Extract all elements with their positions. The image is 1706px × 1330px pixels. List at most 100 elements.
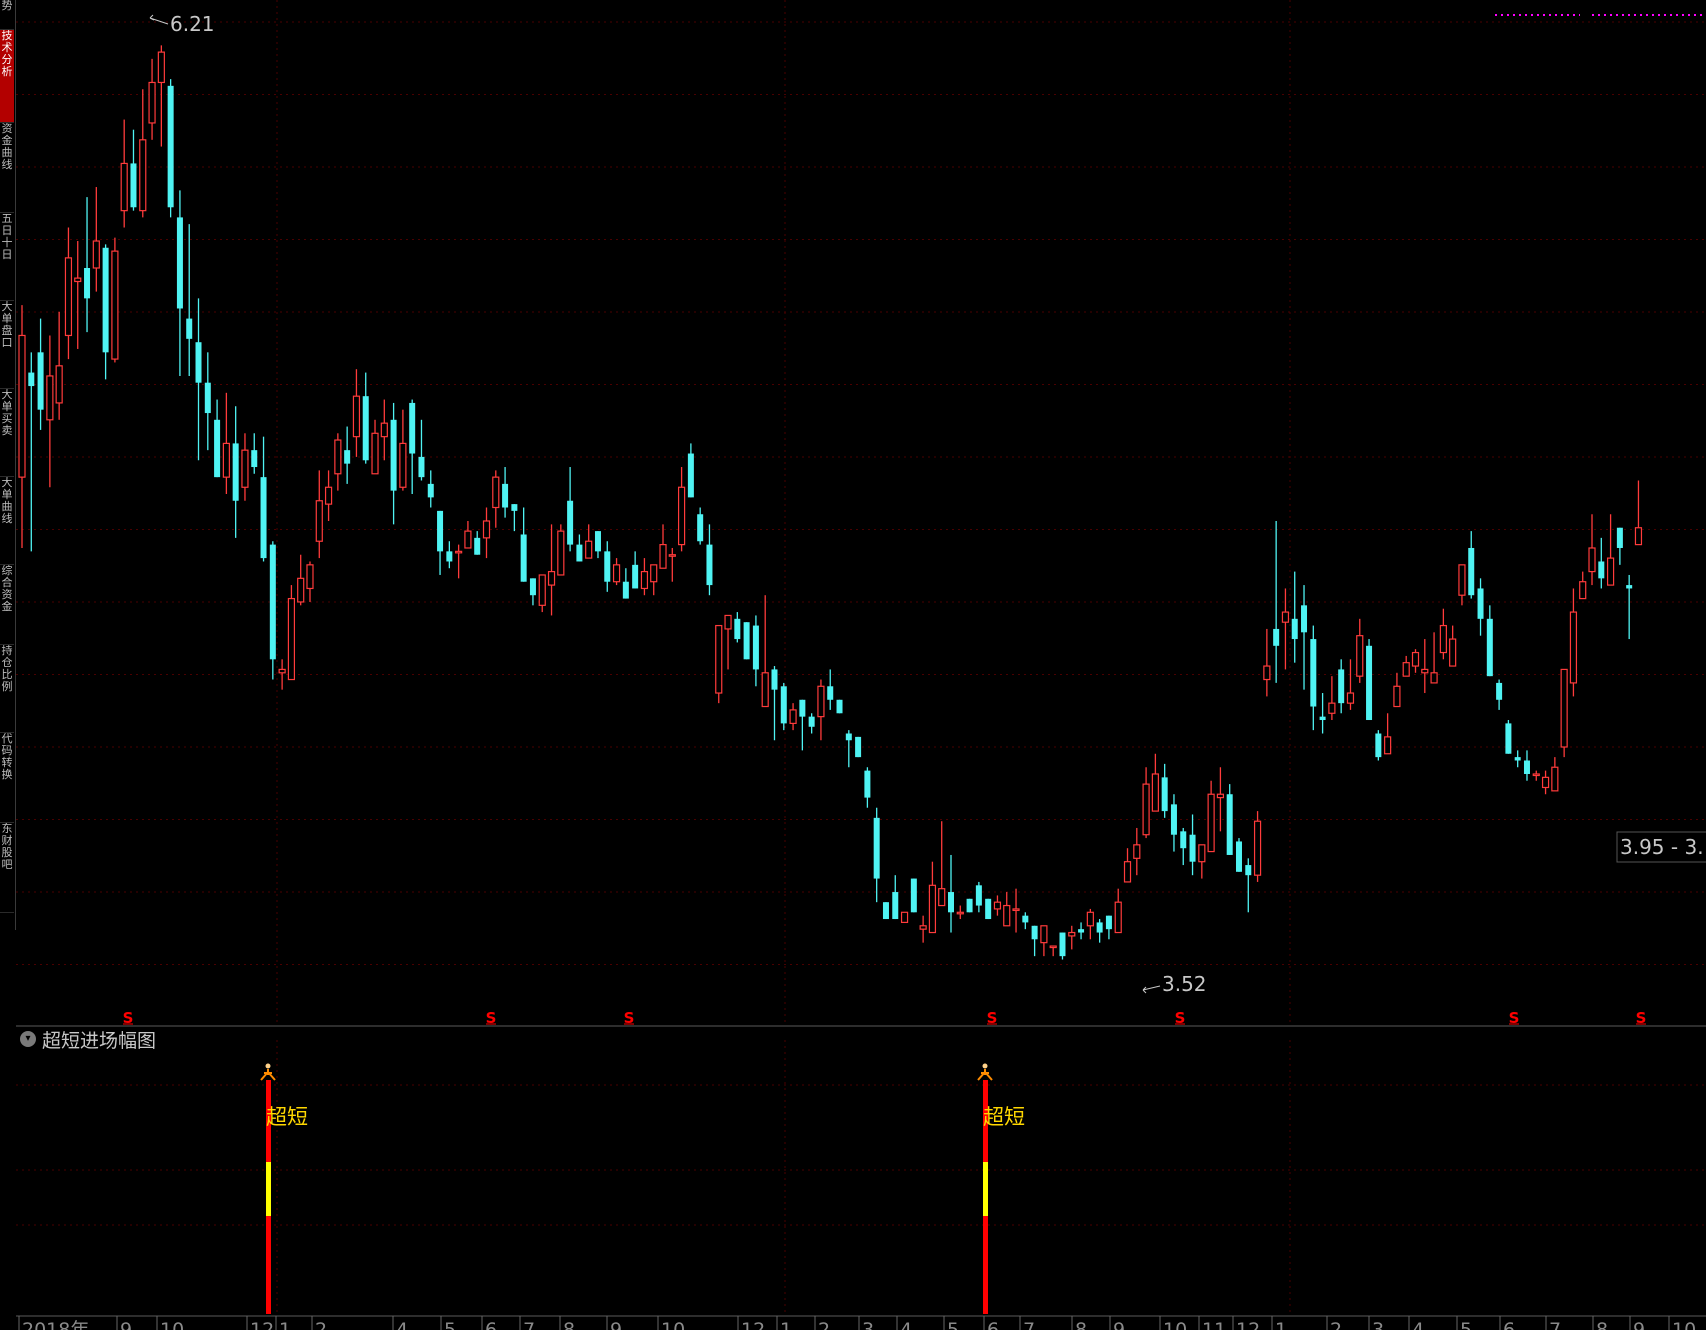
candle-body-up (492, 476, 500, 509)
candle-body-up (724, 614, 732, 630)
candle-body-down (1245, 865, 1252, 876)
candle-body-up (315, 500, 323, 542)
candle-body-up (1551, 766, 1559, 792)
candle-body-up (1579, 581, 1587, 600)
candle-body-down (502, 483, 509, 508)
candle-body-down (882, 902, 889, 920)
candle-body-down (1598, 561, 1605, 579)
candle-body-down (1078, 929, 1085, 933)
icon-head (982, 1063, 988, 1069)
candle-body-up (1068, 931, 1076, 937)
candle-body-up (1216, 793, 1225, 799)
candle-body-down (232, 443, 239, 501)
indicator-signals: 超短 超短 (260, 1063, 1025, 1314)
candle-body-up (1569, 611, 1578, 684)
candle-body-down (167, 85, 174, 208)
x-tick-label: 6 (1503, 1319, 1515, 1330)
candle-body-down (176, 217, 183, 309)
candle-body-up (222, 442, 230, 478)
candle-body-up (1281, 611, 1290, 623)
candle-body-up (464, 530, 472, 549)
candle-body-down (1161, 777, 1168, 812)
x-tick-label: 1 (780, 1319, 792, 1330)
candle-body-down (808, 716, 815, 727)
candle-body-up (1123, 861, 1132, 883)
candle-body-up (120, 162, 128, 212)
rocket-person-icon (260, 1063, 276, 1081)
candle-body-up (1012, 908, 1020, 912)
candle-body-down (567, 500, 574, 545)
candle-body-down (1031, 925, 1038, 940)
candle-body-up (1541, 776, 1550, 789)
x-tick-label: 10 (1163, 1319, 1187, 1330)
candle-body-up (1634, 527, 1643, 546)
collapse-toggle-icon[interactable]: ▾ (20, 1031, 36, 1047)
chart-canvas[interactable]: 6.21 3.52 3.95 - 3. SSSSSSS 超短 超短 2018年 9 10 1… (0, 0, 1706, 1330)
candle-body-down (1616, 527, 1623, 548)
candle-body-down (687, 453, 694, 498)
candle-body-up (538, 574, 546, 606)
candle-body-up (1040, 925, 1048, 944)
rocket-person-icon (977, 1063, 993, 1081)
candle-body-up (956, 911, 964, 915)
candle-body-down (427, 483, 434, 498)
candle-body-down (204, 382, 211, 414)
candle-body-up (297, 577, 305, 603)
candle-body-up (789, 709, 797, 724)
candle-body-down (845, 733, 852, 741)
candle-body-up (92, 240, 100, 269)
x-tick-label: 9 (1113, 1319, 1125, 1330)
candle-body-up (715, 624, 723, 694)
low-price-label: 3.52 (1162, 972, 1207, 996)
candle-body-up (399, 442, 407, 488)
candle-body-down (1477, 588, 1484, 619)
candle-body-up (1003, 904, 1011, 927)
candlestick-series[interactable] (18, 45, 1643, 960)
candle-body-down (1180, 831, 1187, 849)
candle-body-down (130, 163, 137, 208)
candle-body-down (1523, 760, 1530, 774)
candle-body-down (1022, 915, 1029, 923)
candle-body-down (799, 699, 806, 717)
candle-body-down (37, 352, 44, 410)
candle-body-down (362, 396, 369, 461)
icon-head (265, 1063, 271, 1069)
signal-bar-mid (266, 1162, 271, 1216)
candle-body-down (186, 318, 193, 339)
candle-body-down (511, 504, 518, 511)
candle-body-up (1439, 624, 1447, 654)
candle-body-up (1449, 638, 1457, 667)
candle-body-up (1086, 911, 1094, 927)
indicator-panel-header[interactable]: ▾ 超短进场幅图 (20, 1028, 156, 1052)
candle-body-down (892, 892, 899, 920)
low-arrow-icon (1142, 985, 1161, 994)
candle-body-up (585, 540, 593, 559)
x-tick-label: 12 (1236, 1319, 1260, 1330)
candle-body-up (1356, 635, 1364, 677)
candle-body-down (260, 477, 267, 559)
candle-body-up (1114, 901, 1122, 934)
candle-body-down (594, 531, 601, 552)
candle-body-down (1310, 639, 1317, 707)
candle-body-up (482, 520, 491, 539)
candle-body-down (1105, 915, 1112, 930)
x-axis: 2018年 9 10 12 1 2 4 5 6 7 8 9 10 12 1 2 3 4 5 6 7 8 9 10 11 12 1 2 3… (18, 1316, 1696, 1330)
candle-body-up (1606, 557, 1615, 586)
candle-body-up (938, 888, 946, 907)
candle-body-up (1421, 668, 1429, 674)
candle-body-down (437, 510, 444, 552)
x-tick-label: 9 (120, 1319, 132, 1330)
candle-body-down (269, 544, 276, 660)
candle-body-down (948, 892, 954, 913)
candle-body-up (993, 901, 1002, 910)
x-tick-label: 7 (1549, 1319, 1561, 1330)
candle-body-up (928, 884, 937, 934)
x-tick-label: 8 (563, 1319, 575, 1330)
candle-body-down (632, 564, 639, 589)
x-tick-label: 1 (279, 1319, 291, 1330)
candle-body-down (864, 770, 871, 798)
signal-label: 超短 (983, 1105, 1025, 1129)
candle-body-down (910, 878, 917, 913)
candle-body-down (1514, 757, 1521, 761)
candle-body-down (576, 544, 583, 562)
